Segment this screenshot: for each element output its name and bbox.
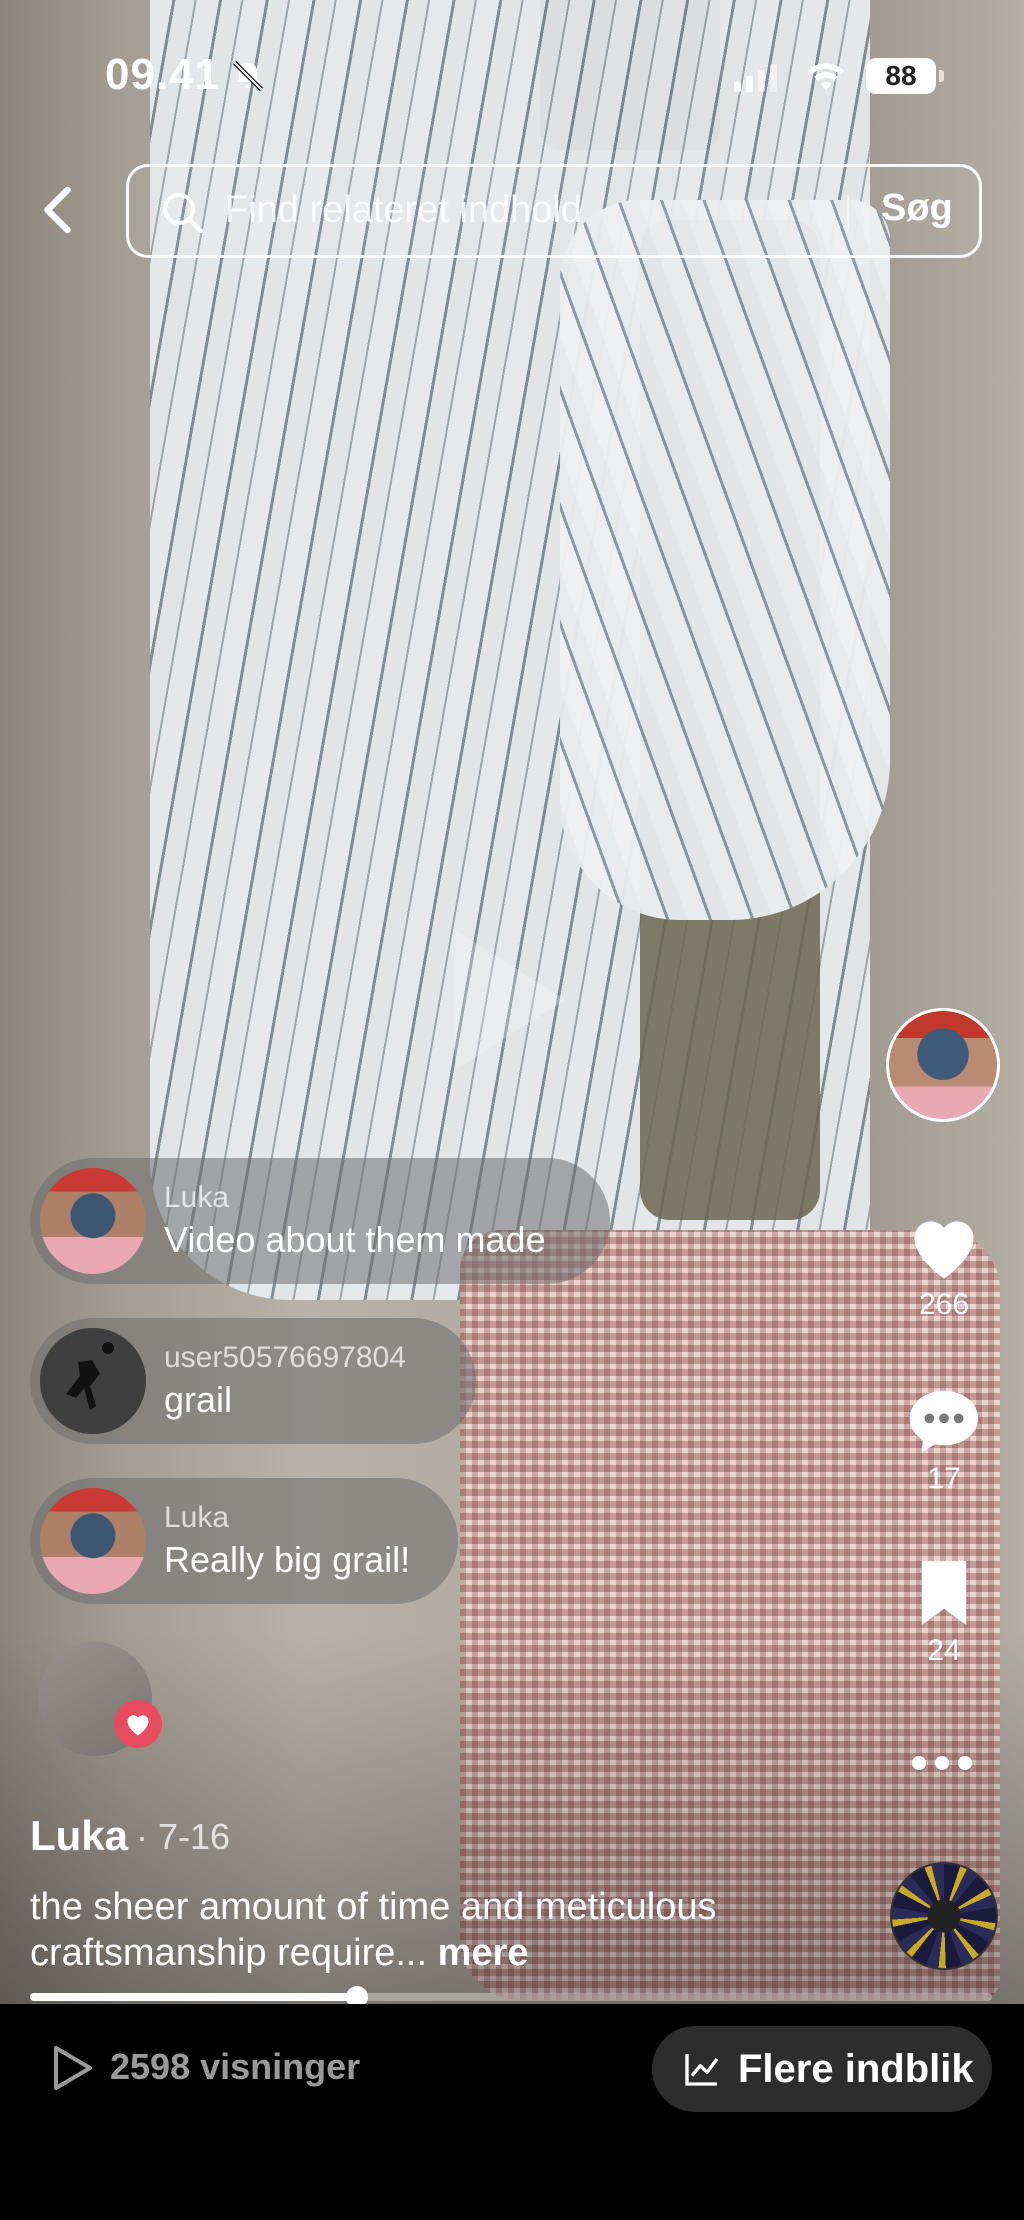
comment-bubble[interactable]: Luka Video about them made: [30, 1158, 610, 1284]
video-sleeve: [560, 200, 890, 920]
comment-bubble-icon: [909, 1390, 979, 1453]
more-options-icon[interactable]: [912, 1756, 972, 1770]
comment-button[interactable]: 17: [884, 1384, 1004, 1496]
bookmark-icon: [921, 1561, 967, 1625]
chart-line-icon: [685, 2054, 719, 2086]
comment-text: Video about them made: [164, 1219, 546, 1260]
search-input[interactable]: Find relateret indhold: [225, 189, 582, 232]
like-badge: [114, 1700, 162, 1748]
search-icon: [163, 193, 204, 234]
play-outline-icon: [54, 2046, 92, 2090]
post-caption[interactable]: the sheer amount of time and meticulous …: [30, 1884, 870, 1976]
caption-text: the sheer amount of time and meticulous …: [30, 1886, 717, 1974]
commenter-name: user50576697804: [164, 1341, 406, 1374]
commenter-avatar: [40, 1488, 146, 1594]
comment-count: 17: [927, 1462, 961, 1495]
search-divider: [847, 195, 849, 231]
heart-icon: [914, 1221, 974, 1279]
heart-icon: [127, 1715, 149, 1736]
bell-off-icon: [232, 60, 264, 92]
save-count: 24: [927, 1634, 961, 1667]
wifi-icon: [808, 63, 844, 91]
more-insights-label: Flere indblik: [738, 2046, 974, 2091]
commenter-avatar: [40, 1168, 146, 1274]
status-time: 09.41: [105, 50, 221, 99]
cellular-signal-icon: [734, 64, 777, 92]
like-count: 266: [918, 1288, 970, 1321]
play-icon[interactable]: [455, 930, 565, 1070]
volleyball-player-icon: [40, 1328, 146, 1434]
video-frame[interactable]: [0, 0, 1024, 2004]
save-button[interactable]: 24: [884, 1558, 1004, 1668]
back-arrow-icon[interactable]: [30, 180, 90, 240]
view-count: 2598 visninger: [110, 2046, 361, 2087]
commenter-name: Luka: [164, 1501, 230, 1534]
post-date: · 7-16: [136, 1816, 231, 1857]
comment-text: Really big grail!: [164, 1539, 411, 1580]
like-button[interactable]: 266: [884, 1210, 1004, 1322]
comment-bubble[interactable]: user50576697804 grail: [30, 1318, 476, 1444]
caption-more-link[interactable]: mere: [438, 1932, 529, 1974]
comment-bubble[interactable]: Luka Really big grail!: [30, 1478, 458, 1604]
author-name[interactable]: Luka: [30, 1812, 128, 1860]
search-button[interactable]: Søg: [881, 187, 953, 230]
commenter-name: Luka: [164, 1181, 230, 1214]
comment-text: grail: [164, 1379, 233, 1420]
creator-avatar[interactable]: [886, 1008, 1000, 1122]
more-insights-button[interactable]: Flere indblik: [652, 2026, 992, 2112]
sound-disc[interactable]: [890, 1862, 998, 1970]
commenter-avatar: [40, 1328, 146, 1434]
search-bar[interactable]: Find relateret indhold Søg: [126, 164, 982, 258]
battery-indicator: 88: [866, 58, 944, 94]
progress-fill: [30, 1993, 358, 2001]
video-progress-bar[interactable]: [30, 1986, 992, 2008]
status-bar: 09.41 88: [0, 0, 1024, 150]
